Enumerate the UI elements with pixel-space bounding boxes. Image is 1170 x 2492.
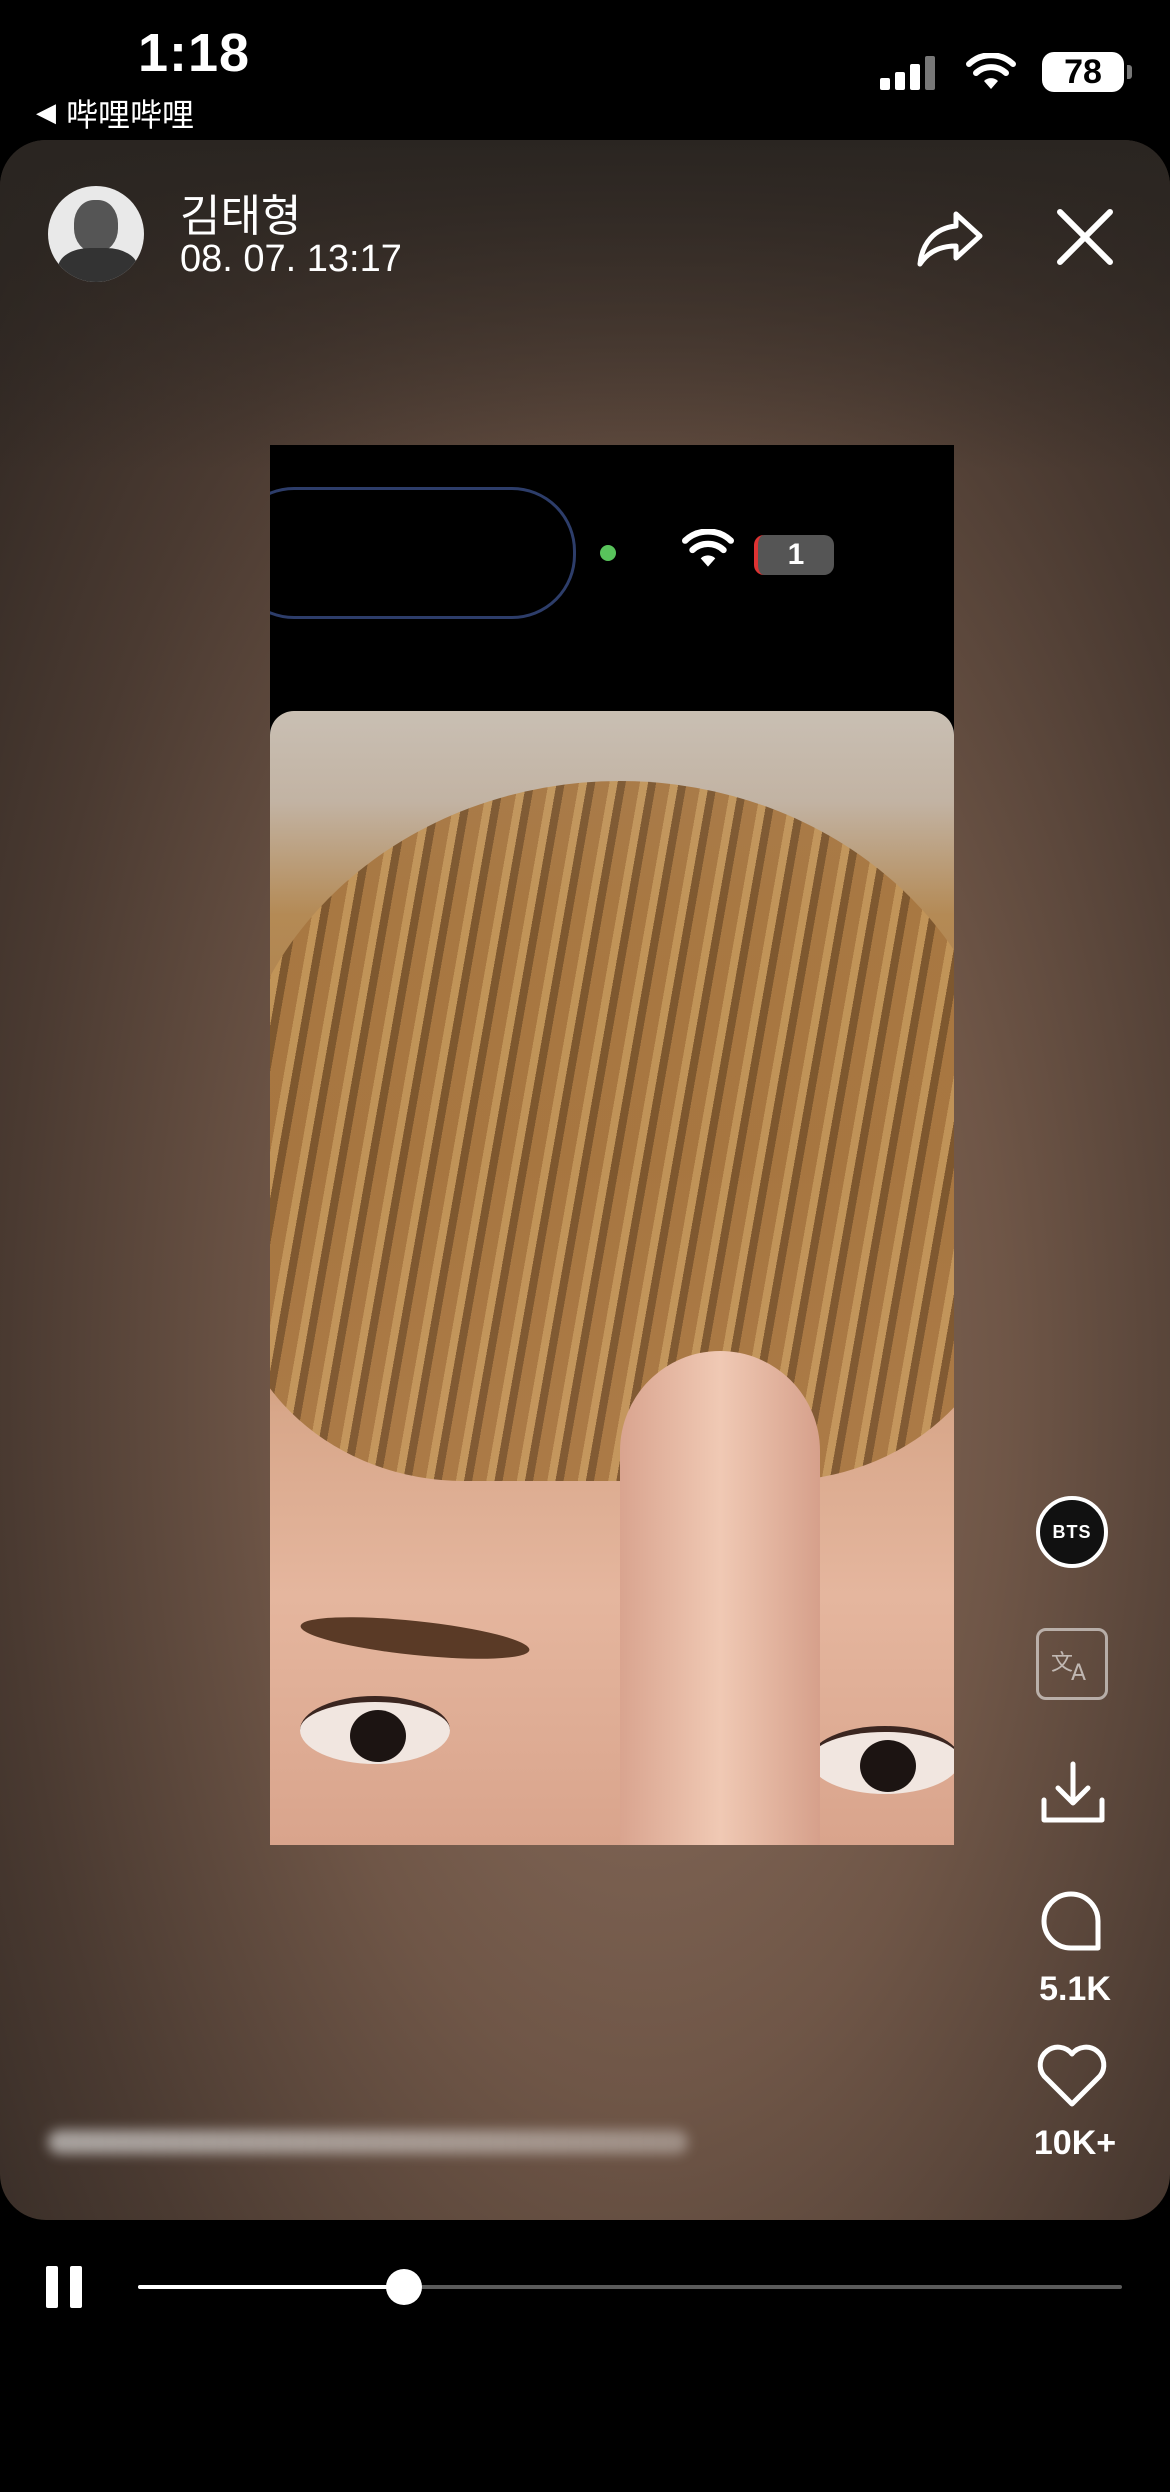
- battery-icon: 1: [754, 535, 834, 575]
- selfie-photo: [270, 711, 954, 1845]
- green-dot-icon: [600, 545, 616, 561]
- translate-icon[interactable]: 文 A: [1036, 1628, 1108, 1700]
- story-card: 김태형 08. 07. 13:17 1 BTS 文 A 5.1K 10K+: [0, 140, 1170, 2220]
- media-status-bar: 1: [270, 445, 954, 711]
- back-app-label: 哔哩哔哩: [66, 96, 195, 134]
- comment-count: 5.1K: [1039, 1970, 1111, 2008]
- status-indicators: 78: [878, 52, 1132, 92]
- blurred-caption: [48, 2130, 688, 2154]
- eye: [300, 1696, 450, 1764]
- progress-fill: [138, 2285, 404, 2289]
- download-icon[interactable]: [1038, 1758, 1108, 1828]
- share-icon[interactable]: [912, 200, 988, 276]
- username[interactable]: 김태형: [180, 180, 301, 244]
- back-to-app-button[interactable]: ◀ 哔哩哔哩: [36, 90, 194, 136]
- battery-icon: 78: [1042, 52, 1132, 92]
- svg-text:A: A: [1071, 1661, 1086, 1684]
- avatar[interactable]: [48, 186, 144, 282]
- thumb: [620, 1351, 820, 1845]
- story-media[interactable]: 1: [270, 445, 954, 1845]
- like-count: 10K+: [1033, 2124, 1117, 2162]
- wifi-icon: [966, 53, 1016, 89]
- back-arrow-icon: ◀: [36, 98, 56, 128]
- heart-icon[interactable]: [1036, 2042, 1108, 2108]
- post-timestamp: 08. 07. 13:17: [180, 238, 402, 280]
- progress-knob[interactable]: [385, 2269, 422, 2305]
- wifi-icon: [682, 529, 734, 567]
- artist-badge[interactable]: BTS: [1036, 1496, 1108, 1568]
- svg-text:文: 文: [1051, 1651, 1073, 1676]
- hair: [270, 781, 954, 1481]
- close-icon[interactable]: [1050, 202, 1120, 272]
- cellular-icon: [880, 56, 935, 90]
- eye: [810, 1726, 954, 1794]
- pause-icon[interactable]: [46, 2266, 86, 2308]
- status-time: 1:18: [138, 23, 251, 83]
- progress-slider[interactable]: [138, 2269, 1122, 2305]
- comment-icon[interactable]: [1040, 1890, 1102, 1952]
